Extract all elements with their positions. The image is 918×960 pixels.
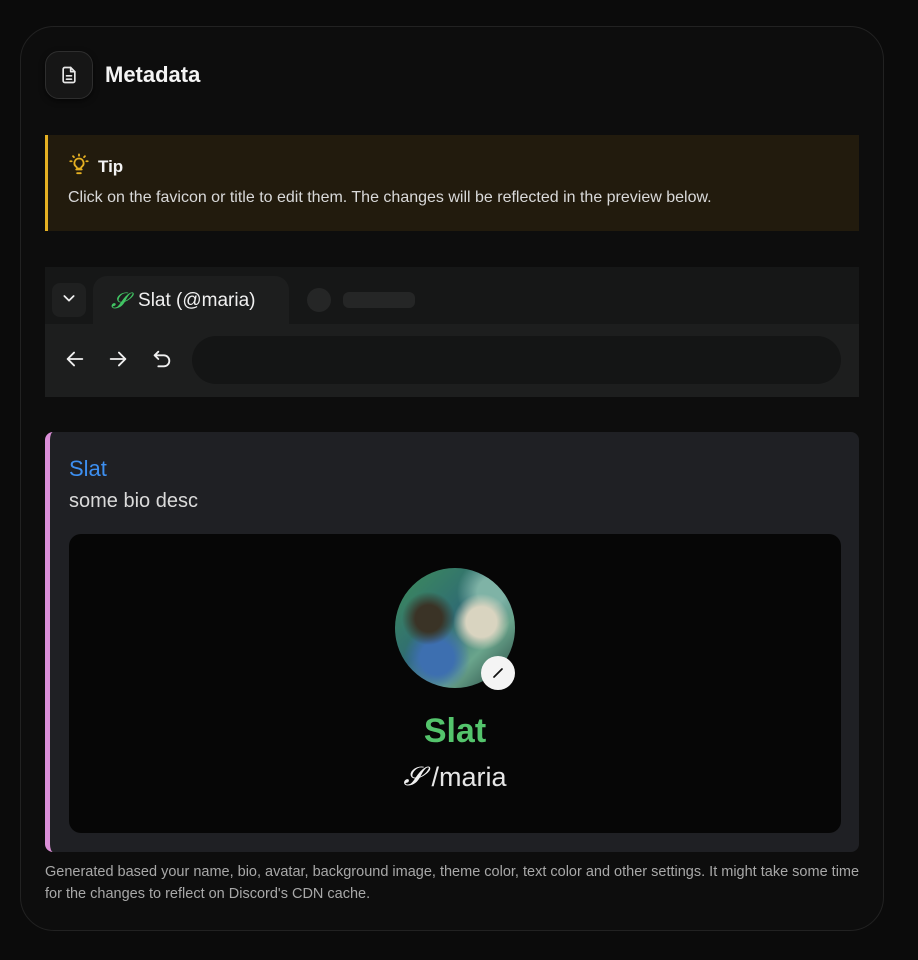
back-button[interactable]: [60, 346, 90, 376]
tab-title[interactable]: Slat (@maria): [138, 290, 255, 312]
arrow-right-icon: [107, 348, 129, 375]
metadata-card: Metadata Tip Click on the favicon or tit…: [20, 26, 884, 931]
lightbulb-icon: [68, 153, 90, 180]
browser-tab-active[interactable]: 𝓢 Slat (@maria): [93, 276, 289, 326]
placeholder-tab-icon: [307, 288, 331, 312]
address-bar[interactable]: [192, 336, 841, 384]
section-title: Metadata: [105, 62, 201, 87]
verified-badge-icon: [481, 656, 515, 690]
arrow-left-icon: [64, 348, 86, 375]
forward-button[interactable]: [103, 346, 133, 376]
document-icon: [45, 51, 93, 99]
chevron-down-icon: [61, 290, 77, 311]
handle-text: /maria: [431, 762, 507, 792]
footnote-text: Generated based your name, bio, avatar, …: [45, 864, 860, 902]
embed-title[interactable]: Slat: [69, 456, 107, 482]
embed-image: Slat 𝓢 /maria: [69, 534, 841, 833]
profile-name: Slat: [423, 712, 487, 750]
tip-title: Tip: [98, 156, 124, 176]
placeholder-tab-title: [343, 292, 415, 308]
favicon[interactable]: 𝓢: [111, 289, 128, 314]
discord-embed-preview: Slat some bio desc Slat 𝓢 /maria: [45, 432, 859, 852]
tab-list-toggle[interactable]: [52, 283, 86, 317]
handle-logo-icon: 𝓢: [403, 762, 424, 792]
reload-icon: [151, 348, 173, 375]
reload-button[interactable]: [147, 346, 177, 376]
tip-callout: Tip Click on the favicon or title to edi…: [45, 135, 859, 231]
section-header: Metadata: [45, 51, 200, 99]
profile-handle: 𝓢 /maria: [69, 762, 841, 793]
browser-preview: 𝓢 Slat (@maria): [45, 267, 859, 397]
browser-toolbar: [45, 324, 859, 397]
tip-text: Click on the favicon or title to edit th…: [68, 189, 712, 206]
embed-description: some bio desc: [69, 490, 198, 512]
